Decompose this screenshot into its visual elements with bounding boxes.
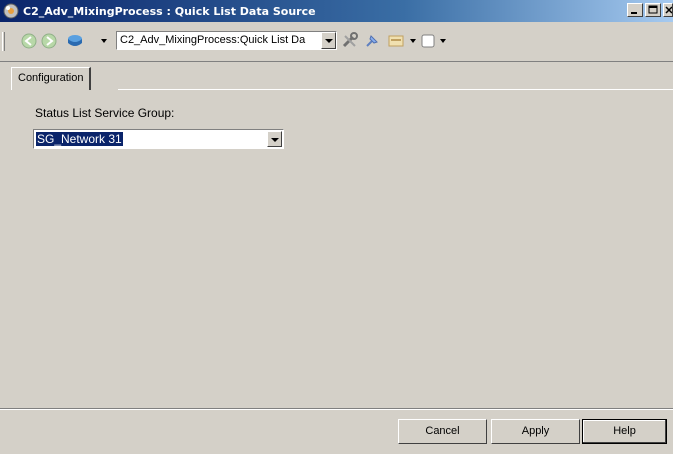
- maximize-icon: [648, 5, 658, 14]
- help-button[interactable]: Help: [582, 419, 667, 444]
- apply-button[interactable]: Apply: [491, 419, 580, 444]
- toolbar: C2_Adv_MixingProcess:Quick List Da: [0, 22, 673, 62]
- app-icon[interactable]: [2, 2, 20, 20]
- properties-icon[interactable]: [387, 32, 405, 50]
- minimize-button[interactable]: [627, 3, 643, 17]
- object-dropdown-icon[interactable]: [101, 39, 107, 43]
- button-bar: Cancel Apply Help: [0, 408, 673, 454]
- cancel-button[interactable]: Cancel: [398, 419, 487, 444]
- location-combo[interactable]: C2_Adv_MixingProcess:Quick List Da: [116, 31, 337, 50]
- tab-strip: Configuration: [0, 62, 673, 90]
- maximize-button[interactable]: [645, 3, 661, 17]
- minimize-icon: [631, 12, 637, 14]
- tab-configuration[interactable]: Configuration: [11, 67, 92, 90]
- status-list-dropdown-button[interactable]: [267, 131, 282, 147]
- location-dropdown-button[interactable]: [321, 32, 336, 49]
- status-list-select[interactable]: SG_Network 31: [33, 129, 284, 149]
- caption-buttons: [625, 3, 673, 17]
- back-icon[interactable]: [20, 32, 38, 50]
- configuration-panel: Status List Service Group: SG_Network 31: [0, 90, 673, 408]
- layout-dropdown-icon[interactable]: [440, 39, 446, 43]
- close-button[interactable]: [663, 3, 673, 17]
- layout-icon[interactable]: [419, 32, 437, 50]
- tools-icon[interactable]: [341, 32, 359, 50]
- location-combo-value: C2_Adv_MixingProcess:Quick List Da: [120, 34, 306, 46]
- title-bar: C2_Adv_MixingProcess : Quick List Data S…: [0, 0, 673, 22]
- forward-icon[interactable]: [40, 32, 58, 50]
- status-list-label: Status List Service Group:: [35, 106, 175, 120]
- pin-icon[interactable]: [363, 32, 381, 50]
- properties-dropdown-icon[interactable]: [410, 39, 416, 43]
- object-icon[interactable]: [66, 32, 84, 50]
- close-icon: [665, 6, 673, 14]
- window-title: C2_Adv_MixingProcess : Quick List Data S…: [23, 4, 316, 18]
- status-list-value: SG_Network 31: [36, 132, 123, 146]
- toolbar-grip[interactable]: [2, 32, 5, 51]
